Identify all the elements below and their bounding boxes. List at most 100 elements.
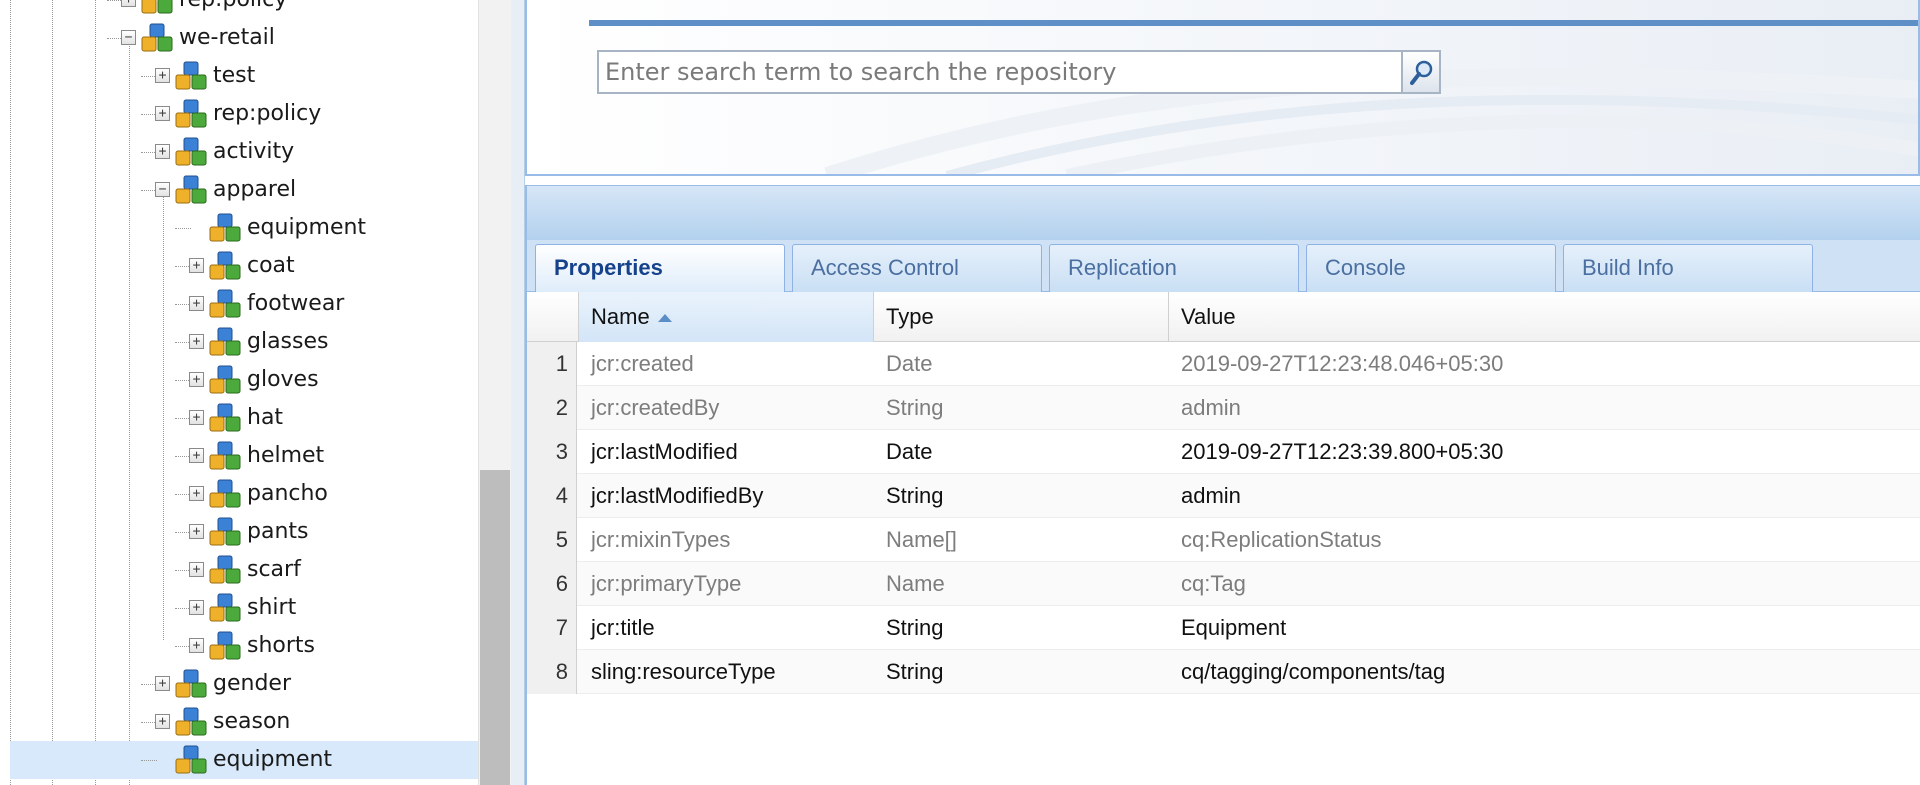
tree-node[interactable]: + test xyxy=(0,57,478,95)
tree-node[interactable]: equipment xyxy=(10,741,478,779)
node-icon xyxy=(209,365,241,394)
tree-node[interactable]: + helmet xyxy=(0,437,478,475)
collapse-icon[interactable]: − xyxy=(121,30,136,45)
node-icon xyxy=(209,555,241,584)
tree-node[interactable]: + hat xyxy=(0,399,478,437)
property-name-cell: jcr:title xyxy=(591,615,655,640)
node-icon xyxy=(209,327,241,356)
tree-node-label: gloves xyxy=(247,367,319,392)
repository-search-input[interactable]: Enter search term to search the reposito… xyxy=(597,50,1403,94)
tree-node[interactable]: + glasses xyxy=(0,323,478,361)
tab-build-info[interactable]: Build Info xyxy=(1563,244,1813,292)
node-icon xyxy=(209,403,241,432)
tree-node[interactable]: + footwear xyxy=(0,285,478,323)
tree-node-label: equipment xyxy=(247,215,367,240)
property-name-cell: jcr:primaryType xyxy=(591,571,742,596)
table-row[interactable]: 3 jcr:lastModified Date 2019-09-27T12:23:39… xyxy=(527,430,1920,474)
tree-node[interactable]: + activity xyxy=(0,133,478,171)
tree-node[interactable]: − we-retail xyxy=(0,19,478,57)
property-type-cell: String xyxy=(886,395,944,420)
tree-node-label: activity xyxy=(213,139,295,164)
expand-icon[interactable]: + xyxy=(189,600,204,615)
table-row[interactable]: 2 jcr:createdBy String admin xyxy=(527,386,1920,430)
search-button[interactable] xyxy=(1402,50,1441,94)
table-row[interactable]: 7 jcr:title String Equipment xyxy=(527,606,1920,650)
tree-node[interactable]: + scarf xyxy=(0,551,478,589)
tree-node[interactable]: + season xyxy=(0,703,478,741)
tree-scrollbar[interactable] xyxy=(478,0,511,785)
property-name-cell: jcr:createdBy xyxy=(591,395,720,420)
tree-node[interactable]: + shirt xyxy=(0,589,478,627)
row-number-cell: 3 xyxy=(527,430,577,474)
property-name-cell: jcr:created xyxy=(591,351,694,376)
tree-connector xyxy=(175,228,191,229)
expand-icon[interactable]: + xyxy=(155,106,170,121)
expand-icon[interactable]: + xyxy=(155,714,170,729)
row-number-cell: 4 xyxy=(527,474,577,518)
row-number-header xyxy=(527,292,579,342)
property-value-cell: 2019-09-27T12:23:39.800+05:30 xyxy=(1181,439,1504,464)
property-name-cell: jcr:lastModified xyxy=(591,439,738,464)
tree-node[interactable]: + rep:policy xyxy=(0,0,478,19)
expand-icon[interactable]: + xyxy=(189,258,204,273)
node-icon xyxy=(141,23,173,52)
tree-node[interactable]: + pancho xyxy=(0,475,478,513)
tree-node-label: helmet xyxy=(247,443,325,468)
tree-node-label: apparel xyxy=(213,177,297,202)
node-icon xyxy=(175,61,207,90)
expand-icon[interactable]: + xyxy=(189,524,204,539)
tree-node[interactable]: + pants xyxy=(0,513,478,551)
property-name-cell: jcr:mixinTypes xyxy=(591,527,731,552)
expand-icon[interactable]: + xyxy=(189,410,204,425)
tree-node[interactable]: + coat xyxy=(0,247,478,285)
tab-access-control[interactable]: Access Control xyxy=(792,244,1042,292)
expand-icon[interactable]: + xyxy=(155,144,170,159)
tree-node-label: scarf xyxy=(247,557,301,582)
expand-icon[interactable]: + xyxy=(189,296,204,311)
property-type-cell: String xyxy=(886,615,944,640)
expand-icon[interactable]: + xyxy=(155,68,170,83)
tree-node[interactable]: − apparel xyxy=(0,171,478,209)
tree-node[interactable]: + gender xyxy=(0,665,478,703)
tree-node-label: pancho xyxy=(247,481,328,506)
tree-node-label: hat xyxy=(247,405,284,430)
tab-console[interactable]: Console xyxy=(1306,244,1556,292)
tree-node[interactable]: + gloves xyxy=(0,361,478,399)
column-header-value[interactable]: Value xyxy=(1169,292,1920,342)
expand-icon[interactable]: + xyxy=(189,562,204,577)
expand-icon[interactable]: + xyxy=(189,638,204,653)
tree-node[interactable]: + shorts xyxy=(0,627,478,665)
tab-replication[interactable]: Replication xyxy=(1049,244,1299,292)
expand-icon[interactable]: + xyxy=(121,0,136,7)
row-number-cell: 8 xyxy=(527,650,577,694)
expand-icon[interactable]: + xyxy=(189,372,204,387)
table-row[interactable]: 1 jcr:created Date 2019-09-27T12:23:48.046+… xyxy=(527,342,1920,386)
table-row[interactable]: 5 jcr:mixinTypes Name[] cq:ReplicationStatu… xyxy=(527,518,1920,562)
row-number-cell: 1 xyxy=(527,342,577,386)
column-header-name[interactable]: Name xyxy=(579,292,874,342)
property-value-cell: cq:ReplicationStatus xyxy=(1181,527,1382,552)
expand-icon[interactable]: + xyxy=(155,676,170,691)
node-icon xyxy=(175,669,207,698)
tree-node-label: equipment xyxy=(213,747,333,772)
tree-node[interactable]: equipment xyxy=(0,209,478,247)
tab-properties[interactable]: Properties xyxy=(535,244,785,293)
expand-icon[interactable]: + xyxy=(189,448,204,463)
collapse-icon[interactable]: − xyxy=(155,182,170,197)
search-panel: Enter search term to search the reposito… xyxy=(525,0,1920,176)
table-row[interactable]: 4 jcr:lastModifiedBy String admin xyxy=(527,474,1920,518)
panel-splitter[interactable] xyxy=(511,0,525,785)
property-value-cell: admin xyxy=(1181,395,1241,420)
property-value-cell: cq:Tag xyxy=(1181,571,1246,596)
tree-node[interactable]: + rep:policy xyxy=(0,95,478,133)
tree-node-label: season xyxy=(213,709,291,734)
details-panel-header xyxy=(525,185,1920,240)
column-header-type[interactable]: Type xyxy=(874,292,1169,342)
property-type-cell: Name xyxy=(886,571,945,596)
expand-icon[interactable]: + xyxy=(189,334,204,349)
expand-icon[interactable]: + xyxy=(189,486,204,501)
table-row[interactable]: 6 jcr:primaryType Name cq:Tag xyxy=(527,562,1920,606)
property-value-cell: admin xyxy=(1181,483,1241,508)
table-row[interactable]: 8 sling:resourceType String cq/tagging/comp… xyxy=(527,650,1920,694)
tree-scrollbar-thumb[interactable] xyxy=(480,470,510,785)
